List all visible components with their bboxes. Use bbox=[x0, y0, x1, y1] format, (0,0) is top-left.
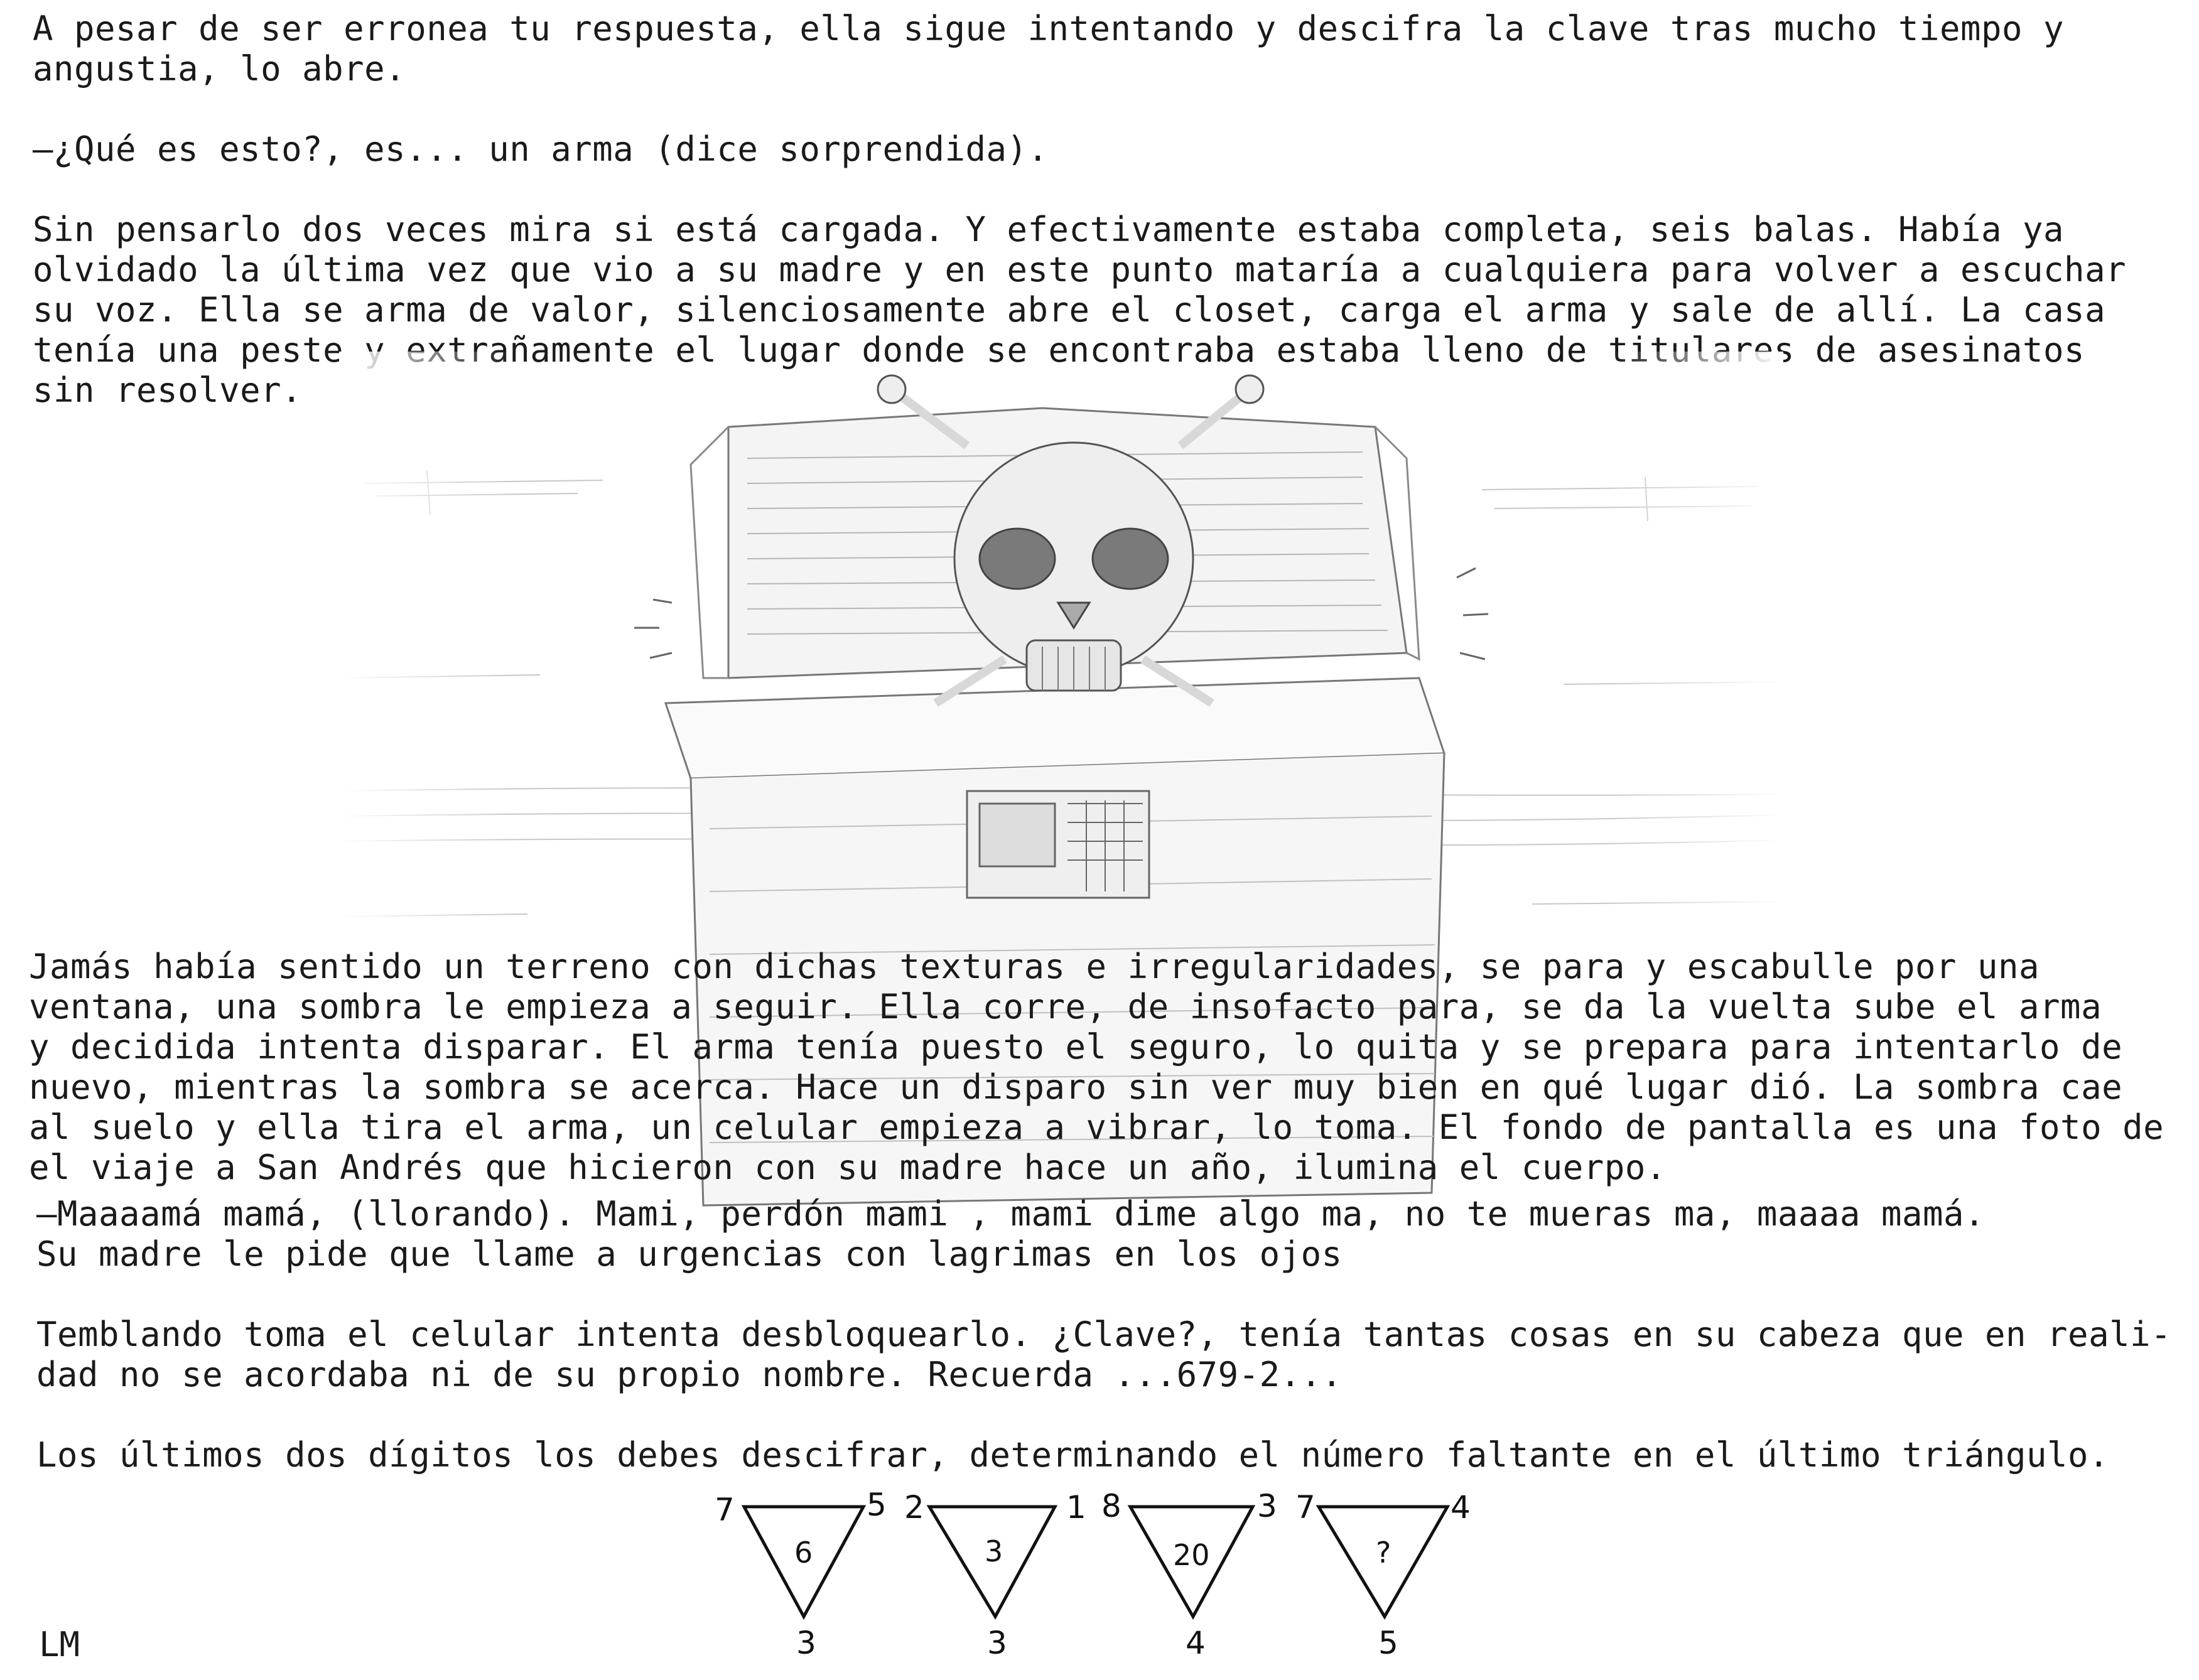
paragraph-temblando: Temblando toma el celular intenta desblo… bbox=[36, 1315, 2172, 1394]
triangle-4-top-left: 7 bbox=[1295, 1489, 1316, 1526]
triangle-4-center: ? bbox=[1376, 1536, 1391, 1570]
dialogue-mama: —Maaaamá mamá, (llorando). Mami, perdón … bbox=[36, 1194, 1986, 1274]
paragraph-intro: A pesar de ser erronea tu respuesta, ell… bbox=[33, 9, 2065, 89]
triangle-2-top-right: 1 bbox=[1066, 1489, 1086, 1526]
puzzle-triangle-4: 7 4 ? 5 bbox=[1290, 1488, 1479, 1676]
triangle-4-bottom: 5 bbox=[1378, 1625, 1398, 1661]
puzzle-triangle-1: 7 5 6 3 bbox=[710, 1488, 898, 1676]
triangle-1-top-right: 5 bbox=[867, 1487, 887, 1523]
triangle-3-center: 20 bbox=[1173, 1538, 1210, 1572]
puzzle-triangle-3: 8 3 20 4 bbox=[1099, 1488, 1287, 1676]
triangle-3-top-left: 8 bbox=[1101, 1488, 1121, 1524]
triangle-2-top-left: 2 bbox=[904, 1489, 924, 1526]
triangle-1-bottom: 3 bbox=[796, 1625, 816, 1661]
triangle-1-center: 6 bbox=[794, 1536, 813, 1570]
paragraph-ultimos-digitos: Los últimos dos dígitos los debes descif… bbox=[36, 1435, 2110, 1475]
dialogue-que-es-esto: —¿Qué es esto?, es... un arma (dice sorp… bbox=[33, 129, 1049, 169]
triangle-1-top-left: 7 bbox=[715, 1492, 735, 1528]
author-signature: LM bbox=[39, 1625, 80, 1664]
triangle-2-center: 3 bbox=[985, 1534, 1003, 1568]
paragraph-terreno: Jamás había sentido un terreno con dicha… bbox=[29, 947, 2164, 1187]
triangle-4-top-right: 4 bbox=[1451, 1489, 1471, 1526]
puzzle-triangle-2: 2 1 3 3 bbox=[904, 1488, 1093, 1676]
triangle-2-bottom: 3 bbox=[987, 1625, 1007, 1661]
triangle-3-top-right: 3 bbox=[1257, 1488, 1277, 1524]
triangle-3-bottom: 4 bbox=[1186, 1625, 1206, 1661]
